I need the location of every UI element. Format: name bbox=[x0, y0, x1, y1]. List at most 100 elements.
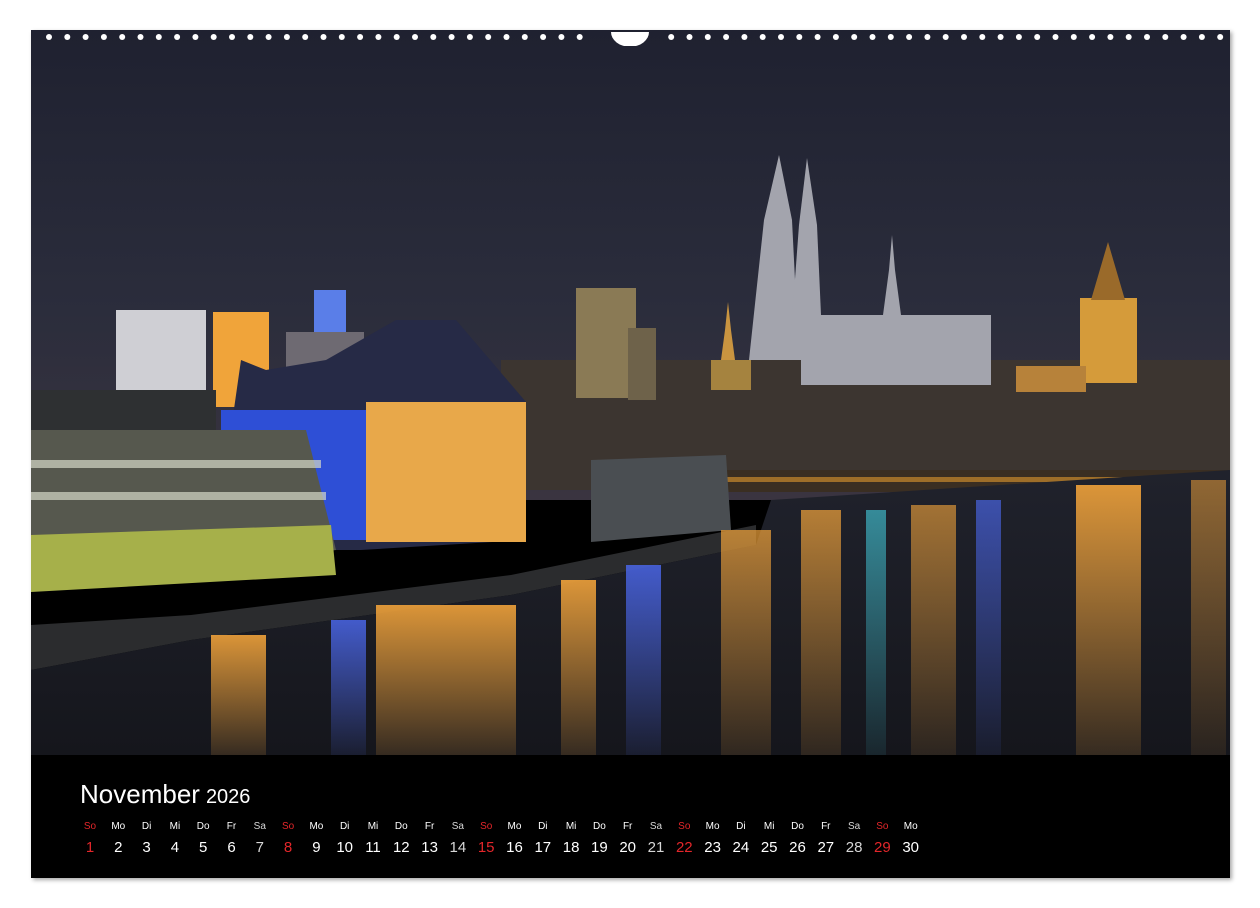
day-number: 8 bbox=[283, 839, 293, 856]
binding-hole bbox=[1089, 34, 1096, 40]
binding-hole bbox=[924, 34, 931, 40]
binding-hole bbox=[503, 34, 510, 40]
day-number: 4 bbox=[170, 839, 180, 856]
binding-hole bbox=[997, 34, 1004, 40]
weekday-name: So bbox=[876, 821, 889, 832]
weekday-name: Fr bbox=[226, 821, 237, 832]
day-number: 26 bbox=[789, 839, 806, 856]
binding-hole bbox=[796, 34, 803, 40]
cologne-night-photo bbox=[31, 30, 1230, 755]
day-number: 22 bbox=[675, 839, 693, 856]
binding-hole bbox=[1125, 34, 1132, 40]
binding-hole bbox=[1144, 34, 1150, 40]
binding-hole bbox=[832, 34, 839, 40]
day-number: 20 bbox=[619, 839, 637, 856]
weekday-name: Di bbox=[339, 821, 350, 832]
binding-hole bbox=[430, 34, 437, 40]
day-number: 5 bbox=[199, 839, 208, 856]
binding-hole bbox=[192, 34, 199, 40]
binding-hole bbox=[412, 34, 418, 40]
binding-hole bbox=[1198, 34, 1205, 40]
day-number: 1 bbox=[85, 839, 95, 856]
day-number: 14 bbox=[449, 839, 467, 856]
blue-tower bbox=[314, 290, 346, 335]
weekday-name: Mo bbox=[111, 821, 126, 832]
weekday-name: Mo bbox=[507, 821, 522, 832]
day-number: 3 bbox=[142, 839, 151, 856]
weekday-names-row: So Mo Di Mi Do Fr Sa So Mo Di Mi Do Fr Sa So Mo Di Mi Do Fr… bbox=[76, 821, 956, 837]
binding-hole bbox=[283, 34, 290, 40]
weekday-name: Mo bbox=[309, 821, 324, 832]
binding-hole bbox=[229, 34, 235, 40]
day-number: 13 bbox=[421, 839, 438, 856]
binding-hole bbox=[686, 34, 693, 40]
binding-hole bbox=[540, 34, 547, 40]
golden-lit-building bbox=[366, 402, 526, 542]
weekday-name: Do bbox=[791, 821, 804, 832]
day-number: 6 bbox=[227, 839, 236, 856]
binding-hole bbox=[375, 34, 382, 40]
binding-hole bbox=[466, 34, 473, 40]
weekday-name: Mi bbox=[367, 821, 379, 832]
binding-hole bbox=[82, 34, 89, 40]
weekday-name: Di bbox=[736, 821, 746, 832]
binding-hole bbox=[851, 34, 858, 40]
binding-hole bbox=[320, 34, 327, 40]
binding-hole bbox=[1217, 34, 1224, 40]
binding-hole bbox=[741, 34, 748, 40]
month-name: November bbox=[80, 779, 200, 809]
weekday-name: Sa bbox=[451, 821, 464, 832]
binding-hole bbox=[723, 34, 730, 40]
binding-hole bbox=[961, 34, 967, 40]
weekday-name: So bbox=[480, 821, 493, 832]
binding-hole bbox=[814, 34, 821, 40]
day-number: 7 bbox=[255, 839, 264, 856]
binding-hole bbox=[155, 34, 162, 40]
weekday-name: Fr bbox=[821, 821, 831, 832]
day-number: 25 bbox=[760, 839, 778, 856]
day-number: 27 bbox=[817, 839, 835, 856]
weekday-name: Di bbox=[141, 821, 152, 832]
weekday-name: Mi bbox=[565, 821, 577, 832]
binding-hole bbox=[704, 34, 711, 40]
day-number: 15 bbox=[477, 839, 495, 856]
weekday-name: Mi bbox=[763, 821, 775, 832]
binding-hole bbox=[119, 34, 126, 40]
weekday-name: Sa bbox=[649, 821, 663, 832]
binding-hole bbox=[247, 34, 254, 40]
day-number: 10 bbox=[336, 839, 354, 856]
binding-hole bbox=[668, 34, 675, 40]
month-title: November 2026 bbox=[80, 779, 250, 810]
office-tower bbox=[576, 288, 636, 398]
weekday-name: Sa bbox=[847, 821, 861, 832]
weekday-name: Fr bbox=[424, 821, 435, 832]
riverside-pavilion bbox=[591, 455, 731, 542]
weekday-name: So bbox=[678, 821, 691, 832]
binding-hole bbox=[46, 34, 52, 40]
binding-hole bbox=[357, 34, 364, 40]
binding-hole bbox=[1107, 34, 1114, 40]
binding-hole bbox=[302, 34, 309, 40]
day-number: 17 bbox=[534, 839, 552, 856]
day-number: 23 bbox=[704, 839, 721, 856]
weekday-name: Do bbox=[394, 821, 408, 832]
day-number: 30 bbox=[902, 839, 920, 856]
year: 2026 bbox=[205, 786, 251, 808]
binding-hole bbox=[759, 34, 766, 40]
binding-hole bbox=[265, 34, 272, 40]
weekday-name: Sa bbox=[253, 821, 266, 832]
day-number: 2 bbox=[114, 839, 123, 856]
day-number: 29 bbox=[874, 839, 891, 856]
binding-hole bbox=[576, 34, 583, 40]
day-number: 24 bbox=[732, 839, 750, 856]
wire-binding bbox=[46, 32, 1224, 46]
weekday-name: Do bbox=[592, 821, 606, 832]
binding-hole bbox=[393, 34, 400, 40]
binding-hole bbox=[174, 34, 181, 40]
calendar-strip: November 2026 So Mo Di Mi Do Fr Sa So Mo Di Mi Do Fr S… bbox=[31, 755, 1230, 878]
binding-hole bbox=[942, 34, 949, 40]
binding-hole bbox=[210, 34, 217, 40]
binding-hole bbox=[1015, 34, 1022, 40]
binding-hole bbox=[64, 34, 71, 40]
weekday-name: Fr bbox=[622, 821, 633, 832]
